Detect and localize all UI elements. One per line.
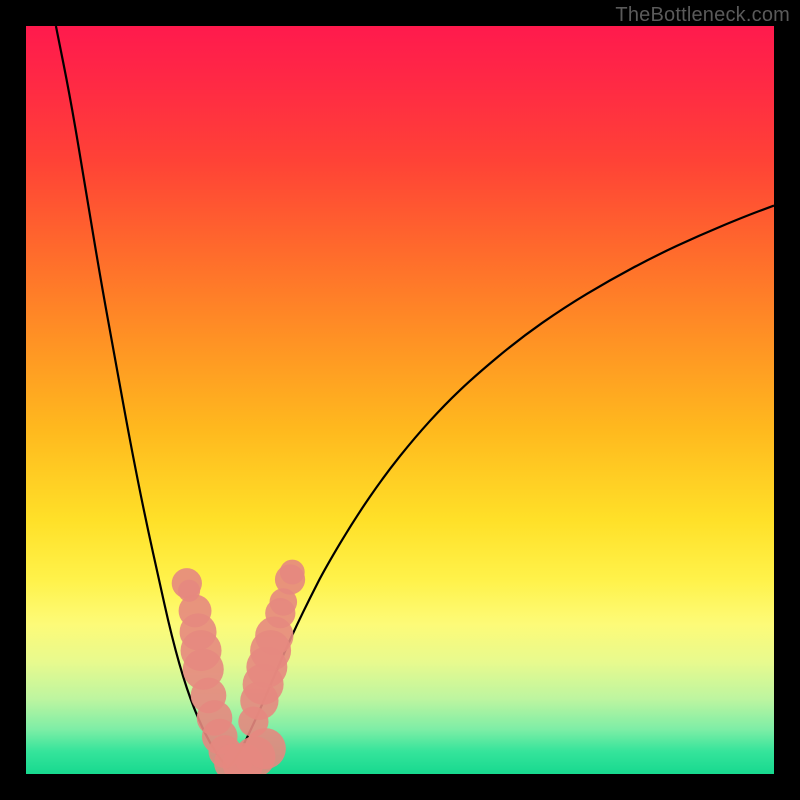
curve-right-branch [228,206,774,768]
chart-svg [26,26,774,774]
bottleneck-curve [56,26,774,768]
highlighted-markers [172,560,305,774]
watermark-text: TheBottleneck.com [615,4,790,27]
outer-frame: TheBottleneck.com [0,0,800,800]
plot-area [26,26,774,774]
marker-point [280,560,305,585]
